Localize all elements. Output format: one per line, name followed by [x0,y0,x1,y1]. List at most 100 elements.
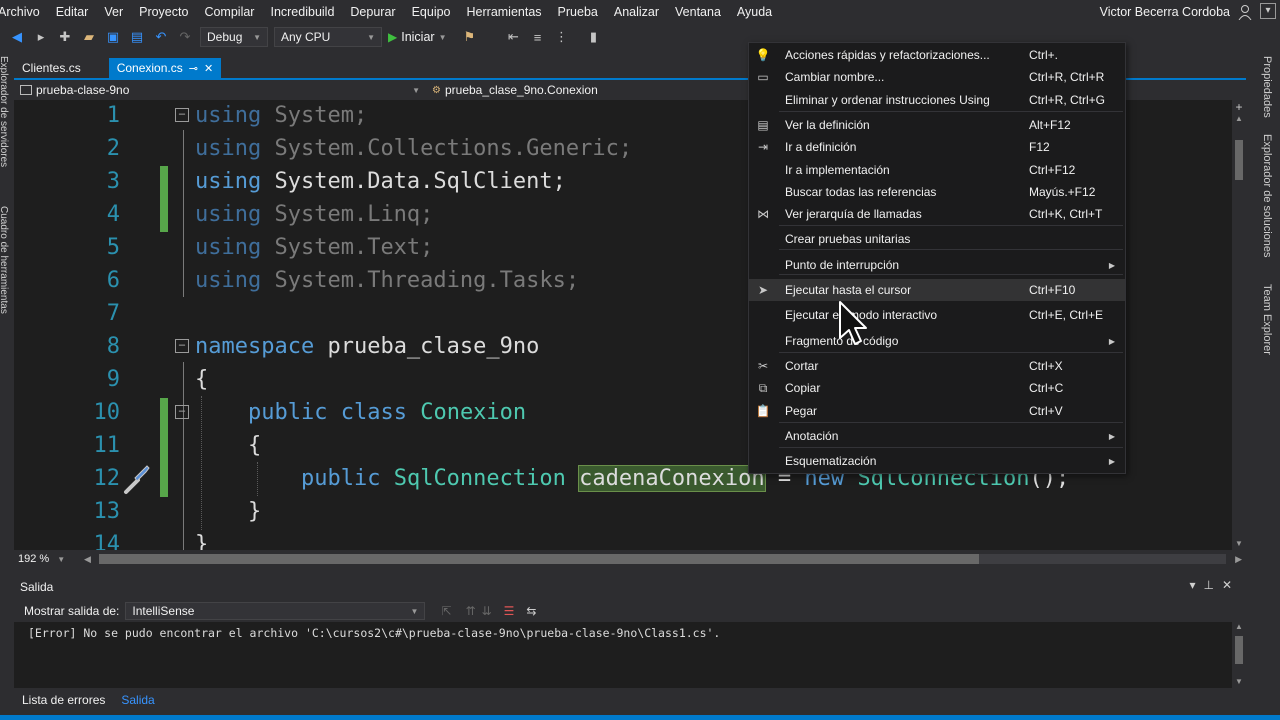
undo-icon[interactable]: ↶ [152,28,170,46]
editor-vertical-scrollbar[interactable]: + ▲ ▼ [1232,100,1246,550]
close-icon[interactable]: ✕ [1222,578,1240,592]
context-menu-item[interactable]: ⧉ Copiar Ctrl+C [749,377,1125,399]
menu-separator [779,352,1123,353]
context-menu-item[interactable]: ⇥ Ir a definición F12 [749,136,1125,158]
scroll-thumb[interactable] [99,554,979,564]
collapse-icon[interactable]: − [175,108,189,122]
menu-item[interactable]: Analizar [606,5,667,19]
line-number: 9 [106,367,120,392]
collapse-icon[interactable]: − [175,405,189,419]
word-wrap-icon[interactable]: ⇆ [526,604,536,618]
find-message-icon[interactable]: ⇱ [441,604,451,618]
tab-label: Lista de errores [22,693,106,707]
window-restore-button[interactable]: ▾ [1260,3,1276,19]
class-dropdown[interactable]: ⚙ prueba_clase_9no.Conexion [426,80,756,100]
scroll-left-icon[interactable]: ◀ [84,554,91,565]
menu-item[interactable]: Ayuda [729,5,780,19]
context-menu-item[interactable]: ▭ Cambiar nombre... Ctrl+R, Ctrl+R [749,66,1125,88]
output-text-area[interactable]: [Error] No se pudo encontrar el archivo … [14,622,1232,688]
clear-all-icon[interactable]: ☰ [504,604,515,618]
run-to-cursor-icon: ➤ [757,283,769,297]
properties-tab[interactable]: Propiedades [1261,56,1273,118]
format-icon[interactable]: ≡ [529,28,547,46]
context-menu-item[interactable]: Punto de interrupción ▶ [749,254,1125,276]
context-menu-item[interactable]: Fragmento de código ▶ [749,330,1125,352]
prev-message-icon[interactable]: ⇈ [465,604,475,618]
menu-item[interactable]: Equipo [404,5,459,19]
scroll-thumb[interactable] [1235,636,1243,664]
user-icon[interactable] [1238,4,1252,20]
context-menu-item[interactable]: Buscar todas las referencias Mayús.+F12 [749,181,1125,203]
next-message-icon[interactable]: ⇊ [482,604,492,618]
forward-icon[interactable]: ▸ [32,28,50,46]
tab-clientes[interactable]: Clientes.cs [14,58,89,78]
identifier: prueba_clase_9no [314,334,540,359]
server-explorer-tab[interactable]: Explorador de servidores [0,56,9,167]
output-source-dropdown[interactable]: IntelliSense ▼ [125,602,426,620]
expand-icon[interactable]: + [1232,100,1246,114]
user-name[interactable]: Victor Becerra Cordoba [1100,5,1230,19]
context-menu-item[interactable]: ⋈ Ver jerarquía de llamadas Ctrl+K, Ctrl+T [749,203,1125,225]
attach-icon[interactable]: ⚑ [461,28,479,46]
context-menu-item[interactable]: ➤ Ejecutar hasta el cursor Ctrl+F10 [749,279,1125,301]
line-number: 5 [106,235,120,260]
menu-item[interactable]: Incredibuild [262,5,342,19]
tab-conexion[interactable]: Conexion.cs ⊸ ✕ [108,58,222,78]
toolbox-tab[interactable]: Cuadro de herramientas [0,206,9,314]
output-line: [Error] No se pudo encontrar el archivo … [28,626,721,640]
new-project-icon[interactable]: ✚ [56,28,74,46]
menu-item[interactable]: Herramientas [459,5,550,19]
menu-item[interactable]: Proyecto [131,5,196,19]
tab-output[interactable]: Salida [113,690,162,710]
context-menu-item[interactable]: ▤ Ver la definición Alt+F12 [749,114,1125,136]
pin-icon[interactable]: ⊸ [189,62,198,75]
menu-item[interactable]: Archivo [0,5,48,19]
output-title: Salida [20,580,54,594]
scroll-down-icon[interactable]: ▼ [1232,677,1246,686]
open-folder-icon[interactable]: ▰ [80,28,98,46]
menu-item-label: Esquematización [785,454,877,468]
step-icon[interactable]: ⇤ [505,28,523,46]
menu-item[interactable]: Ver [96,5,131,19]
pin-icon[interactable]: ⊥ [1203,578,1221,592]
editor-horizontal-scrollbar[interactable] [99,554,1226,564]
scroll-up-icon[interactable]: ▲ [1232,622,1246,631]
comment-icon[interactable]: ⋮ [553,28,571,46]
scroll-right-icon[interactable]: ▶ [1235,554,1242,565]
scroll-thumb[interactable] [1235,140,1243,180]
quick-action-icon[interactable] [120,464,152,496]
start-button[interactable]: ▶ Iniciar ▼ [388,30,447,44]
bookmark-icon[interactable]: ▮ [585,28,603,46]
save-all-icon[interactable]: ▤ [128,28,146,46]
menu-item[interactable]: Depurar [342,5,403,19]
context-menu-item[interactable]: Anotación ▶ [749,425,1125,447]
save-icon[interactable]: ▣ [104,28,122,46]
context-menu-item[interactable]: Ejecutar en modo interactivo Ctrl+E, Ctrl… [749,304,1125,326]
scroll-up-icon[interactable]: ▲ [1232,114,1246,123]
configuration-dropdown[interactable]: Debug ▼ [200,27,268,47]
platform-dropdown[interactable]: Any CPU ▼ [274,27,382,47]
menu-item[interactable]: Editar [48,5,97,19]
context-menu-item[interactable]: Eliminar y ordenar instrucciones Using Ct… [749,89,1125,111]
menu-item[interactable]: Prueba [550,5,606,19]
menu-item[interactable]: Compilar [196,5,262,19]
context-menu-item[interactable]: 💡 Acciones rápidas y refactorizaciones...… [749,44,1125,66]
scroll-down-icon[interactable]: ▼ [1232,539,1246,548]
context-menu-item[interactable]: ✂ Cortar Ctrl+X [749,355,1125,377]
team-explorer-tab[interactable]: Team Explorer [1261,284,1273,355]
tab-error-list[interactable]: Lista de errores [14,690,113,710]
close-icon[interactable]: ✕ [204,62,213,75]
context-menu-item[interactable]: Esquematización ▶ [749,450,1125,472]
collapse-icon[interactable]: − [175,339,189,353]
zoom-dropdown[interactable]: 192 % ▼ [14,553,94,565]
context-menu-item[interactable]: 📋 Pegar Ctrl+V [749,400,1125,422]
context-menu-item[interactable]: Ir a implementación Ctrl+F12 [749,159,1125,181]
output-vertical-scrollbar[interactable]: ▲ ▼ [1232,622,1246,688]
redo-icon[interactable]: ↷ [176,28,194,46]
back-icon[interactable]: ◀ [8,28,26,46]
menu-item[interactable]: Ventana [667,5,729,19]
dropdown-icon[interactable]: ▾ [1189,578,1203,592]
context-menu-item[interactable]: Crear pruebas unitarias [749,228,1125,250]
solution-explorer-tab[interactable]: Explorador de soluciones [1261,134,1273,258]
project-dropdown[interactable]: prueba-clase-9no ▼ [14,80,426,100]
